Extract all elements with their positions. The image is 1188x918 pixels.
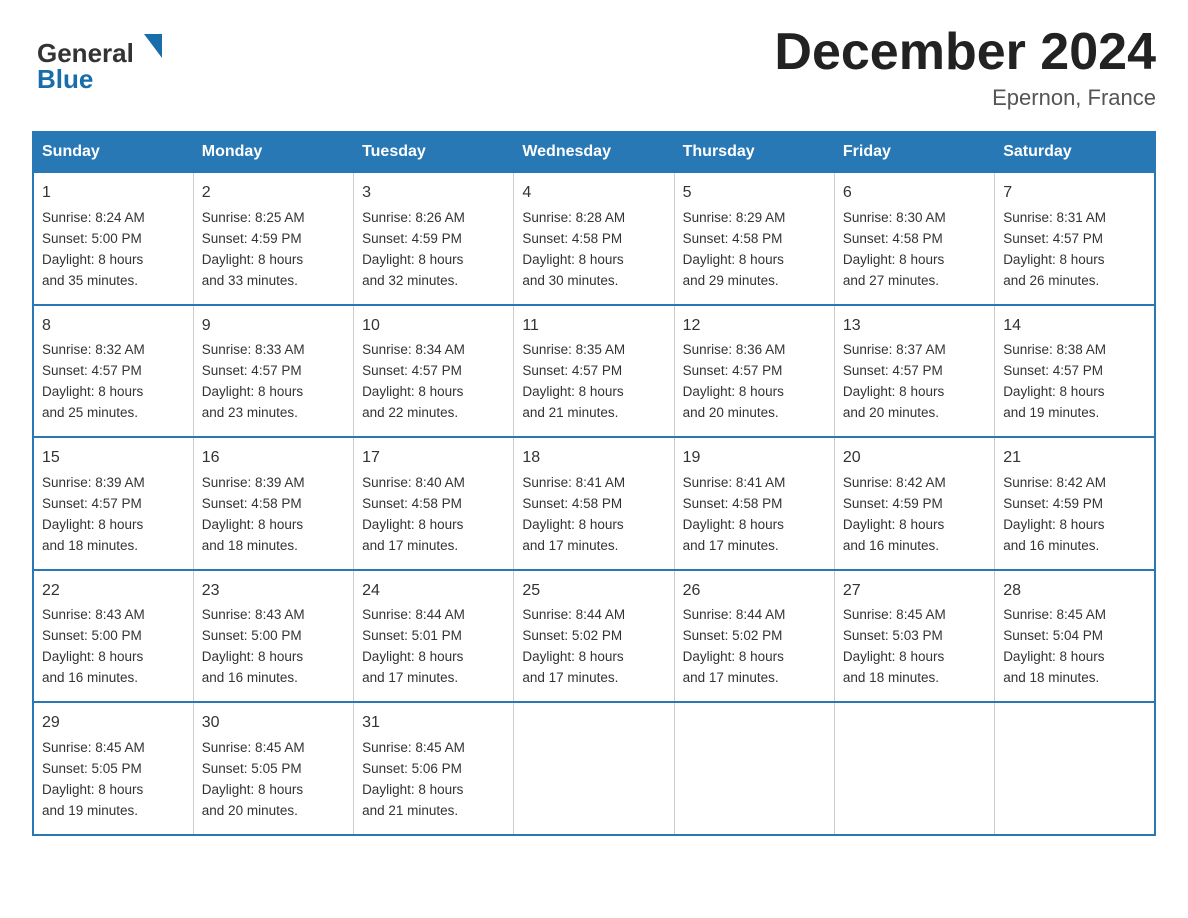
calendar-cell: 7Sunrise: 8:31 AMSunset: 4:57 PMDaylight… (995, 172, 1155, 304)
day-number: 26 (683, 579, 826, 604)
calendar-week-row: 15Sunrise: 8:39 AMSunset: 4:57 PMDayligh… (33, 437, 1155, 569)
calendar-header-row: Sunday Monday Tuesday Wednesday Thursday… (33, 132, 1155, 172)
day-number: 15 (42, 446, 185, 471)
day-number: 9 (202, 314, 345, 339)
day-number: 11 (522, 314, 665, 339)
header-monday: Monday (193, 132, 353, 172)
svg-text:Blue: Blue (37, 64, 93, 94)
calendar-cell: 22Sunrise: 8:43 AMSunset: 5:00 PMDayligh… (33, 570, 193, 702)
day-number: 3 (362, 181, 505, 206)
header-wednesday: Wednesday (514, 132, 674, 172)
day-number: 5 (683, 181, 826, 206)
calendar-cell: 26Sunrise: 8:44 AMSunset: 5:02 PMDayligh… (674, 570, 834, 702)
header-thursday: Thursday (674, 132, 834, 172)
day-number: 12 (683, 314, 826, 339)
day-number: 8 (42, 314, 185, 339)
day-number: 29 (42, 711, 185, 736)
calendar-cell (834, 702, 994, 834)
calendar-week-row: 8Sunrise: 8:32 AMSunset: 4:57 PMDaylight… (33, 305, 1155, 437)
calendar-cell: 31Sunrise: 8:45 AMSunset: 5:06 PMDayligh… (354, 702, 514, 834)
day-number: 30 (202, 711, 345, 736)
calendar-cell: 2Sunrise: 8:25 AMSunset: 4:59 PMDaylight… (193, 172, 353, 304)
logo: General Blue (32, 24, 162, 94)
calendar-cell: 18Sunrise: 8:41 AMSunset: 4:58 PMDayligh… (514, 437, 674, 569)
calendar-cell (995, 702, 1155, 834)
calendar-cell: 11Sunrise: 8:35 AMSunset: 4:57 PMDayligh… (514, 305, 674, 437)
day-number: 28 (1003, 579, 1146, 604)
day-number: 20 (843, 446, 986, 471)
header-friday: Friday (834, 132, 994, 172)
calendar-cell: 27Sunrise: 8:45 AMSunset: 5:03 PMDayligh… (834, 570, 994, 702)
calendar-cell: 28Sunrise: 8:45 AMSunset: 5:04 PMDayligh… (995, 570, 1155, 702)
day-number: 14 (1003, 314, 1146, 339)
calendar-cell: 1Sunrise: 8:24 AMSunset: 5:00 PMDaylight… (33, 172, 193, 304)
day-number: 4 (522, 181, 665, 206)
calendar-cell: 14Sunrise: 8:38 AMSunset: 4:57 PMDayligh… (995, 305, 1155, 437)
calendar-week-row: 29Sunrise: 8:45 AMSunset: 5:05 PMDayligh… (33, 702, 1155, 834)
day-number: 1 (42, 181, 185, 206)
page-header: General Blue December 2024 Epernon, Fran… (32, 24, 1156, 111)
calendar-cell: 9Sunrise: 8:33 AMSunset: 4:57 PMDaylight… (193, 305, 353, 437)
day-number: 23 (202, 579, 345, 604)
header-saturday: Saturday (995, 132, 1155, 172)
day-number: 27 (843, 579, 986, 604)
day-number: 19 (683, 446, 826, 471)
day-number: 10 (362, 314, 505, 339)
calendar-cell: 25Sunrise: 8:44 AMSunset: 5:02 PMDayligh… (514, 570, 674, 702)
calendar-title: December 2024 (774, 24, 1156, 81)
calendar-cell: 15Sunrise: 8:39 AMSunset: 4:57 PMDayligh… (33, 437, 193, 569)
day-number: 17 (362, 446, 505, 471)
calendar-cell: 24Sunrise: 8:44 AMSunset: 5:01 PMDayligh… (354, 570, 514, 702)
calendar-cell: 20Sunrise: 8:42 AMSunset: 4:59 PMDayligh… (834, 437, 994, 569)
day-number: 31 (362, 711, 505, 736)
day-number: 24 (362, 579, 505, 604)
calendar-cell: 3Sunrise: 8:26 AMSunset: 4:59 PMDaylight… (354, 172, 514, 304)
calendar-cell (674, 702, 834, 834)
calendar-cell: 8Sunrise: 8:32 AMSunset: 4:57 PMDaylight… (33, 305, 193, 437)
calendar-cell: 12Sunrise: 8:36 AMSunset: 4:57 PMDayligh… (674, 305, 834, 437)
calendar-cell: 5Sunrise: 8:29 AMSunset: 4:58 PMDaylight… (674, 172, 834, 304)
day-number: 7 (1003, 181, 1146, 206)
day-number: 13 (843, 314, 986, 339)
calendar-cell (514, 702, 674, 834)
calendar-cell: 23Sunrise: 8:43 AMSunset: 5:00 PMDayligh… (193, 570, 353, 702)
calendar-cell: 16Sunrise: 8:39 AMSunset: 4:58 PMDayligh… (193, 437, 353, 569)
title-block: December 2024 Epernon, France (774, 24, 1156, 111)
day-number: 22 (42, 579, 185, 604)
day-number: 2 (202, 181, 345, 206)
day-number: 18 (522, 446, 665, 471)
calendar-week-row: 1Sunrise: 8:24 AMSunset: 5:00 PMDaylight… (33, 172, 1155, 304)
calendar-cell: 4Sunrise: 8:28 AMSunset: 4:58 PMDaylight… (514, 172, 674, 304)
day-number: 6 (843, 181, 986, 206)
day-number: 21 (1003, 446, 1146, 471)
calendar-cell: 21Sunrise: 8:42 AMSunset: 4:59 PMDayligh… (995, 437, 1155, 569)
day-number: 16 (202, 446, 345, 471)
calendar-cell: 10Sunrise: 8:34 AMSunset: 4:57 PMDayligh… (354, 305, 514, 437)
header-sunday: Sunday (33, 132, 193, 172)
day-number: 25 (522, 579, 665, 604)
calendar-cell: 19Sunrise: 8:41 AMSunset: 4:58 PMDayligh… (674, 437, 834, 569)
logo-svg: General Blue (32, 24, 162, 94)
calendar-cell: 17Sunrise: 8:40 AMSunset: 4:58 PMDayligh… (354, 437, 514, 569)
calendar-week-row: 22Sunrise: 8:43 AMSunset: 5:00 PMDayligh… (33, 570, 1155, 702)
calendar-cell: 30Sunrise: 8:45 AMSunset: 5:05 PMDayligh… (193, 702, 353, 834)
calendar-table: Sunday Monday Tuesday Wednesday Thursday… (32, 131, 1156, 835)
calendar-cell: 13Sunrise: 8:37 AMSunset: 4:57 PMDayligh… (834, 305, 994, 437)
header-tuesday: Tuesday (354, 132, 514, 172)
calendar-cell: 29Sunrise: 8:45 AMSunset: 5:05 PMDayligh… (33, 702, 193, 834)
calendar-cell: 6Sunrise: 8:30 AMSunset: 4:58 PMDaylight… (834, 172, 994, 304)
calendar-subtitle: Epernon, France (774, 85, 1156, 111)
